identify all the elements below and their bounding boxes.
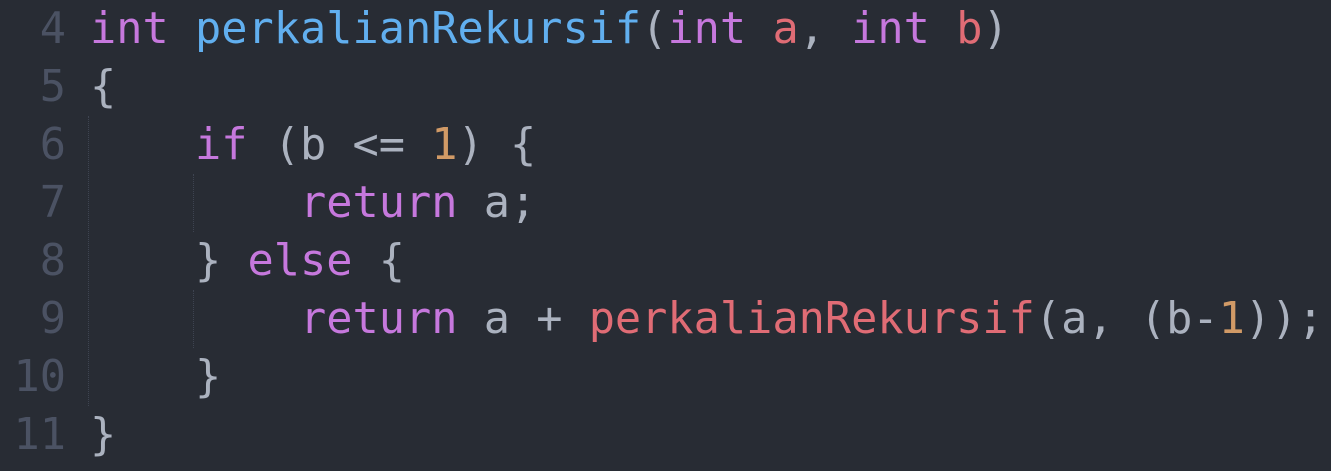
code-editor[interactable]: 4 int perkalianRekursif(int a, int b) 5{6 …: [0, 0, 1331, 471]
line-number: 4: [39, 4, 66, 54]
code-text: int perkalianRekursif(int a, int b): [90, 0, 1009, 58]
token-txt: (a, (b-: [1034, 294, 1219, 344]
token-call: perkalianRekursif: [588, 294, 1035, 344]
token-txt: }: [90, 410, 117, 460]
token-kw: return: [299, 294, 458, 344]
line-number: 10: [13, 352, 67, 402]
token-kw: int: [667, 4, 747, 54]
token-txt: {: [352, 236, 405, 286]
token-kw: int: [851, 4, 930, 54]
line-number: 9: [39, 294, 66, 344]
token-txt: {: [90, 62, 117, 112]
token-param: a: [772, 4, 799, 54]
token-kw: int: [90, 4, 169, 54]
token-txt: ));: [1244, 294, 1324, 344]
token-kw: if: [194, 120, 248, 170]
code-line[interactable]: 9 return a + perkalianRekursif(a, (b-1))…: [0, 290, 1331, 348]
code-line[interactable]: 4 int perkalianRekursif(int a, int b): [0, 0, 1331, 58]
token-txt: }: [194, 352, 222, 402]
code-text: }: [90, 348, 221, 406]
code-line[interactable]: 5{: [0, 58, 1331, 116]
code-text: } else {: [90, 232, 405, 290]
token-txt: ) {: [457, 120, 537, 170]
token-txt: (: [641, 4, 668, 54]
code-line[interactable]: 11}: [0, 406, 1331, 464]
token-txt: }: [194, 236, 248, 286]
code-text: return a + perkalianRekursif(a, (b-1));: [90, 290, 1324, 348]
line-number: 11: [13, 410, 67, 460]
token-kw: return: [299, 178, 458, 228]
token-fn: perkalianRekursif: [195, 4, 642, 54]
token-txt: (b <=: [247, 120, 432, 170]
token-txt: ): [982, 4, 1009, 54]
line-number: 6: [39, 120, 66, 170]
token-txt: a +: [457, 294, 589, 344]
code-line[interactable]: 8 } else {: [0, 232, 1331, 290]
token-txt: a;: [457, 178, 537, 228]
code-text: return a;: [90, 174, 536, 232]
token-num: 1: [1218, 294, 1245, 344]
code-line[interactable]: 7 return a;: [0, 174, 1331, 232]
code-text: {: [90, 58, 116, 116]
code-line[interactable]: 6 if (b <= 1) {: [0, 116, 1331, 174]
token-txt: ,: [798, 4, 852, 54]
code-text: if (b <= 1) {: [90, 116, 536, 174]
line-number: 7: [39, 178, 66, 228]
token-kw: else: [247, 236, 353, 286]
line-number: 5: [39, 62, 66, 112]
line-number: 8: [39, 236, 66, 286]
code-line[interactable]: 10 }: [0, 348, 1331, 406]
token-num: 1: [431, 120, 458, 170]
token-param: b: [956, 4, 983, 54]
code-text: }: [90, 406, 116, 464]
